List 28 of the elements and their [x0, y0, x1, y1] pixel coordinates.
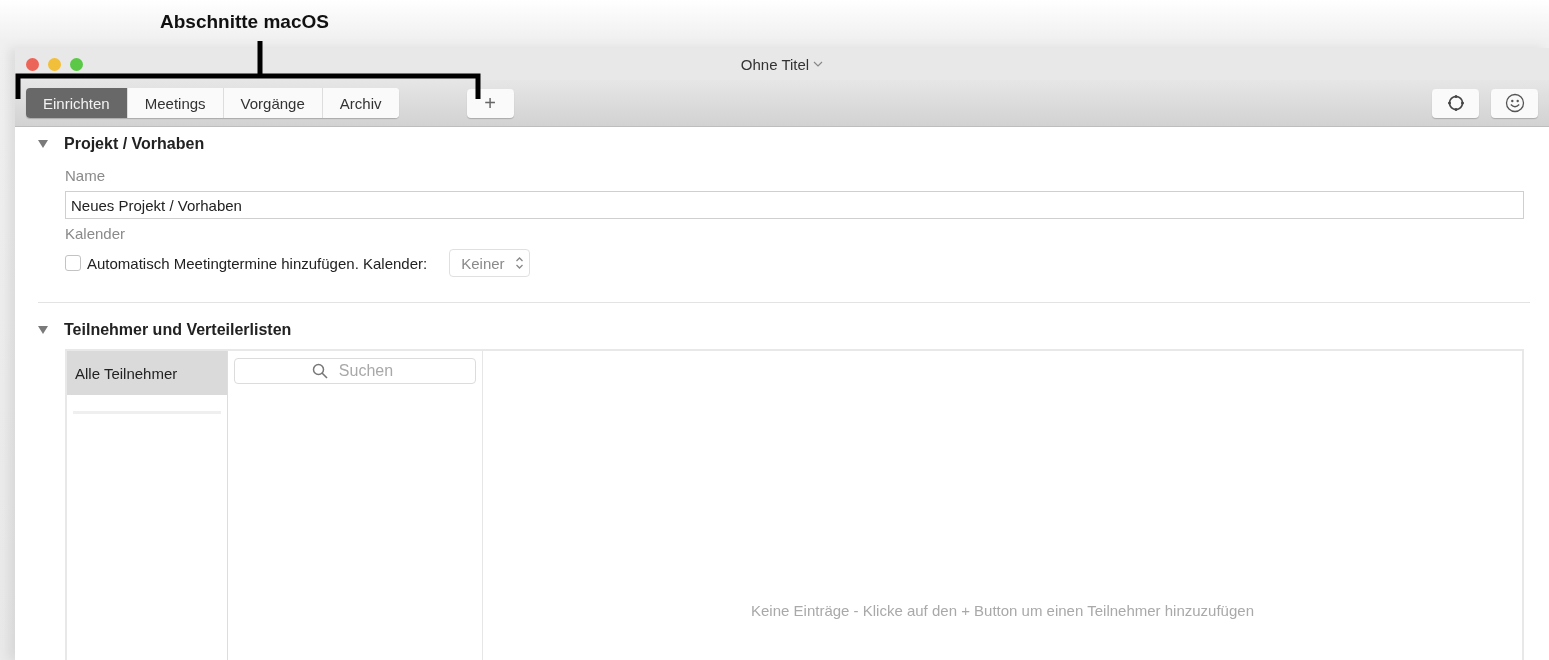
section-title: Projekt / Vorhaben: [64, 135, 205, 153]
calendar-popup[interactable]: Keiner: [449, 249, 530, 277]
empty-message: Keine Einträge - Klicke auf den + Button um einen Teilnehmer hinzuzufügen: [751, 602, 1254, 619]
sync-button[interactable]: [1432, 88, 1479, 118]
tab[interactable]: Vorgänge: [223, 88, 323, 118]
disclosure-triangle-icon[interactable]: [38, 325, 48, 335]
up-down-arrows-icon: [514, 256, 524, 270]
tab[interactable]: Einrichten: [26, 88, 128, 118]
section-title: Teilnehmer und Verteilerlisten: [64, 321, 292, 339]
window-title: Ohne Titel: [740, 55, 810, 73]
tab[interactable]: Meetings: [127, 88, 224, 118]
checkbox[interactable]: [65, 255, 81, 271]
add-button[interactable]: +: [466, 88, 514, 118]
disclosure-triangle-icon[interactable]: [38, 139, 48, 149]
group-list-item[interactable]: Alle Teilnehmer: [67, 351, 227, 395]
smiley-icon: [1504, 93, 1525, 113]
field-label: Name: [65, 167, 106, 186]
zoom-button[interactable]: [70, 57, 83, 71]
tab[interactable]: Archiv: [322, 88, 399, 118]
feedback-button[interactable]: [1491, 88, 1538, 118]
close-button[interactable]: [26, 57, 39, 71]
name-field[interactable]: Neues Projekt / Vorhaben: [65, 191, 1524, 219]
search-field[interactable]: Suchen: [234, 358, 476, 384]
checkbox-label: Automatisch Meetingtermine hinzufügen. Kalender:: [87, 254, 428, 272]
chevron-down-icon[interactable]: [813, 61, 824, 67]
annotation-label: Abschnitte macOS: [160, 11, 329, 33]
field-label: Kalender: [65, 225, 127, 244]
circle-arrows-icon: [1445, 93, 1466, 113]
